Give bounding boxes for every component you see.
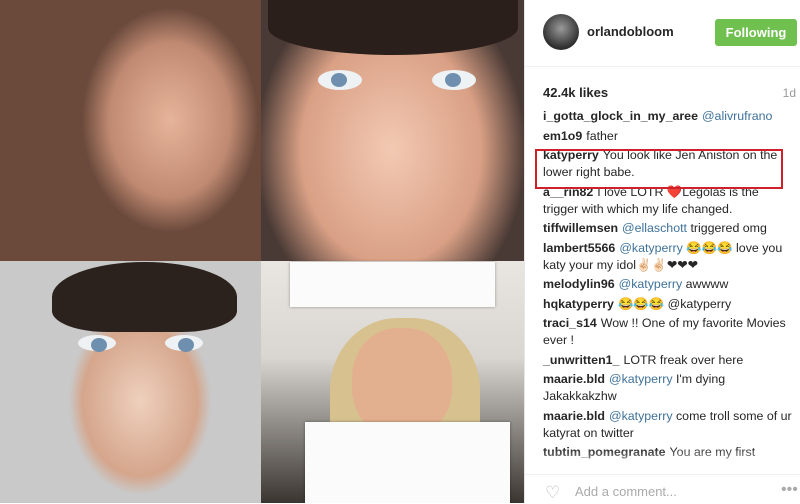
comment-mention[interactable]: @katyperry	[619, 241, 683, 255]
comment-mention[interactable]: @katyperry	[619, 277, 683, 291]
add-comment-input[interactable]: Add a comment...	[575, 484, 677, 499]
comment-item: i_gotta_glock_in_my_aree @alivrufrano	[543, 108, 793, 125]
eye-right	[432, 70, 476, 90]
comment-username[interactable]: _unwritten1_	[543, 353, 619, 367]
highlight-box	[535, 149, 783, 189]
avatar[interactable]	[543, 14, 579, 50]
comment-mention[interactable]: @katyperry	[609, 372, 673, 386]
comment-mention[interactable]: @katyperry	[609, 409, 673, 423]
post-header: orlandobloom Following	[525, 0, 800, 67]
comment-item: hqkatyperry 😂😂😂 @katyperry	[543, 296, 793, 313]
comments-panel: orlandobloom Following 42.4k likes 1d i_…	[524, 0, 800, 504]
comment-mention[interactable]: @alivrufrano	[702, 109, 772, 123]
comment-item: tiffwillemsen @ellaschott triggered omg	[543, 220, 793, 237]
eye-left-2	[78, 335, 116, 352]
comment-item: maarie.bld @katyperry come troll some of …	[543, 408, 793, 442]
comment-username[interactable]: em1o9	[543, 129, 582, 143]
photo-quadrant-top-left	[0, 0, 261, 261]
comment-username[interactable]: traci_s14	[543, 316, 597, 330]
comment-username[interactable]: lambert5566	[543, 241, 615, 255]
hair-top-right	[268, 0, 518, 55]
comment-username[interactable]: i_gotta_glock_in_my_aree	[543, 109, 698, 123]
comment-username[interactable]: tiffwillemsen	[543, 221, 618, 235]
comment-bar: ♡ Add a comment... •••	[525, 474, 800, 504]
comment-fade	[525, 448, 800, 474]
comment-item: traci_s14 Wow !! One of my favorite Movie…	[543, 315, 793, 349]
following-button[interactable]: Following	[715, 19, 797, 46]
blank-card-bottom	[305, 422, 510, 503]
blank-card-top	[290, 262, 495, 307]
post-photo[interactable]	[0, 0, 524, 503]
comment-mention[interactable]: @ellaschott	[622, 221, 687, 235]
comment-item: _unwritten1_ LOTR freak over here	[543, 352, 793, 369]
comment-username[interactable]: hqkatyperry	[543, 297, 614, 311]
comment-text: LOTR freak over here	[623, 352, 744, 367]
comment-text: father	[586, 128, 618, 143]
comment-username[interactable]: maarie.bld	[543, 409, 605, 423]
comment-item: melodylin96 @katyperry awwww	[543, 276, 793, 293]
comment-item: lambert5566 @katyperry 😂😂😂 love you katy …	[543, 240, 793, 274]
comment-text: 😂😂😂 @katyperry	[617, 296, 732, 311]
post-time: 1d	[782, 86, 796, 100]
comment-text: awwww	[685, 277, 729, 291]
eye-left	[318, 70, 362, 90]
post-username[interactable]: orlandobloom	[587, 24, 674, 39]
hair-bottom-left	[52, 262, 237, 332]
eye-right-2	[165, 335, 203, 352]
heart-icon[interactable]: ♡	[545, 483, 560, 503]
comment-username[interactable]: melodylin96	[543, 277, 615, 291]
comment-item: em1o9 father	[543, 128, 793, 145]
comment-text: triggered omg	[690, 221, 767, 235]
more-options-icon[interactable]: •••	[781, 481, 798, 499]
comment-item: maarie.bld @katyperry I'm dying Jakakkakz…	[543, 371, 793, 405]
comment-username[interactable]: maarie.bld	[543, 372, 605, 386]
likes-count[interactable]: 42.4k likes	[543, 85, 608, 100]
